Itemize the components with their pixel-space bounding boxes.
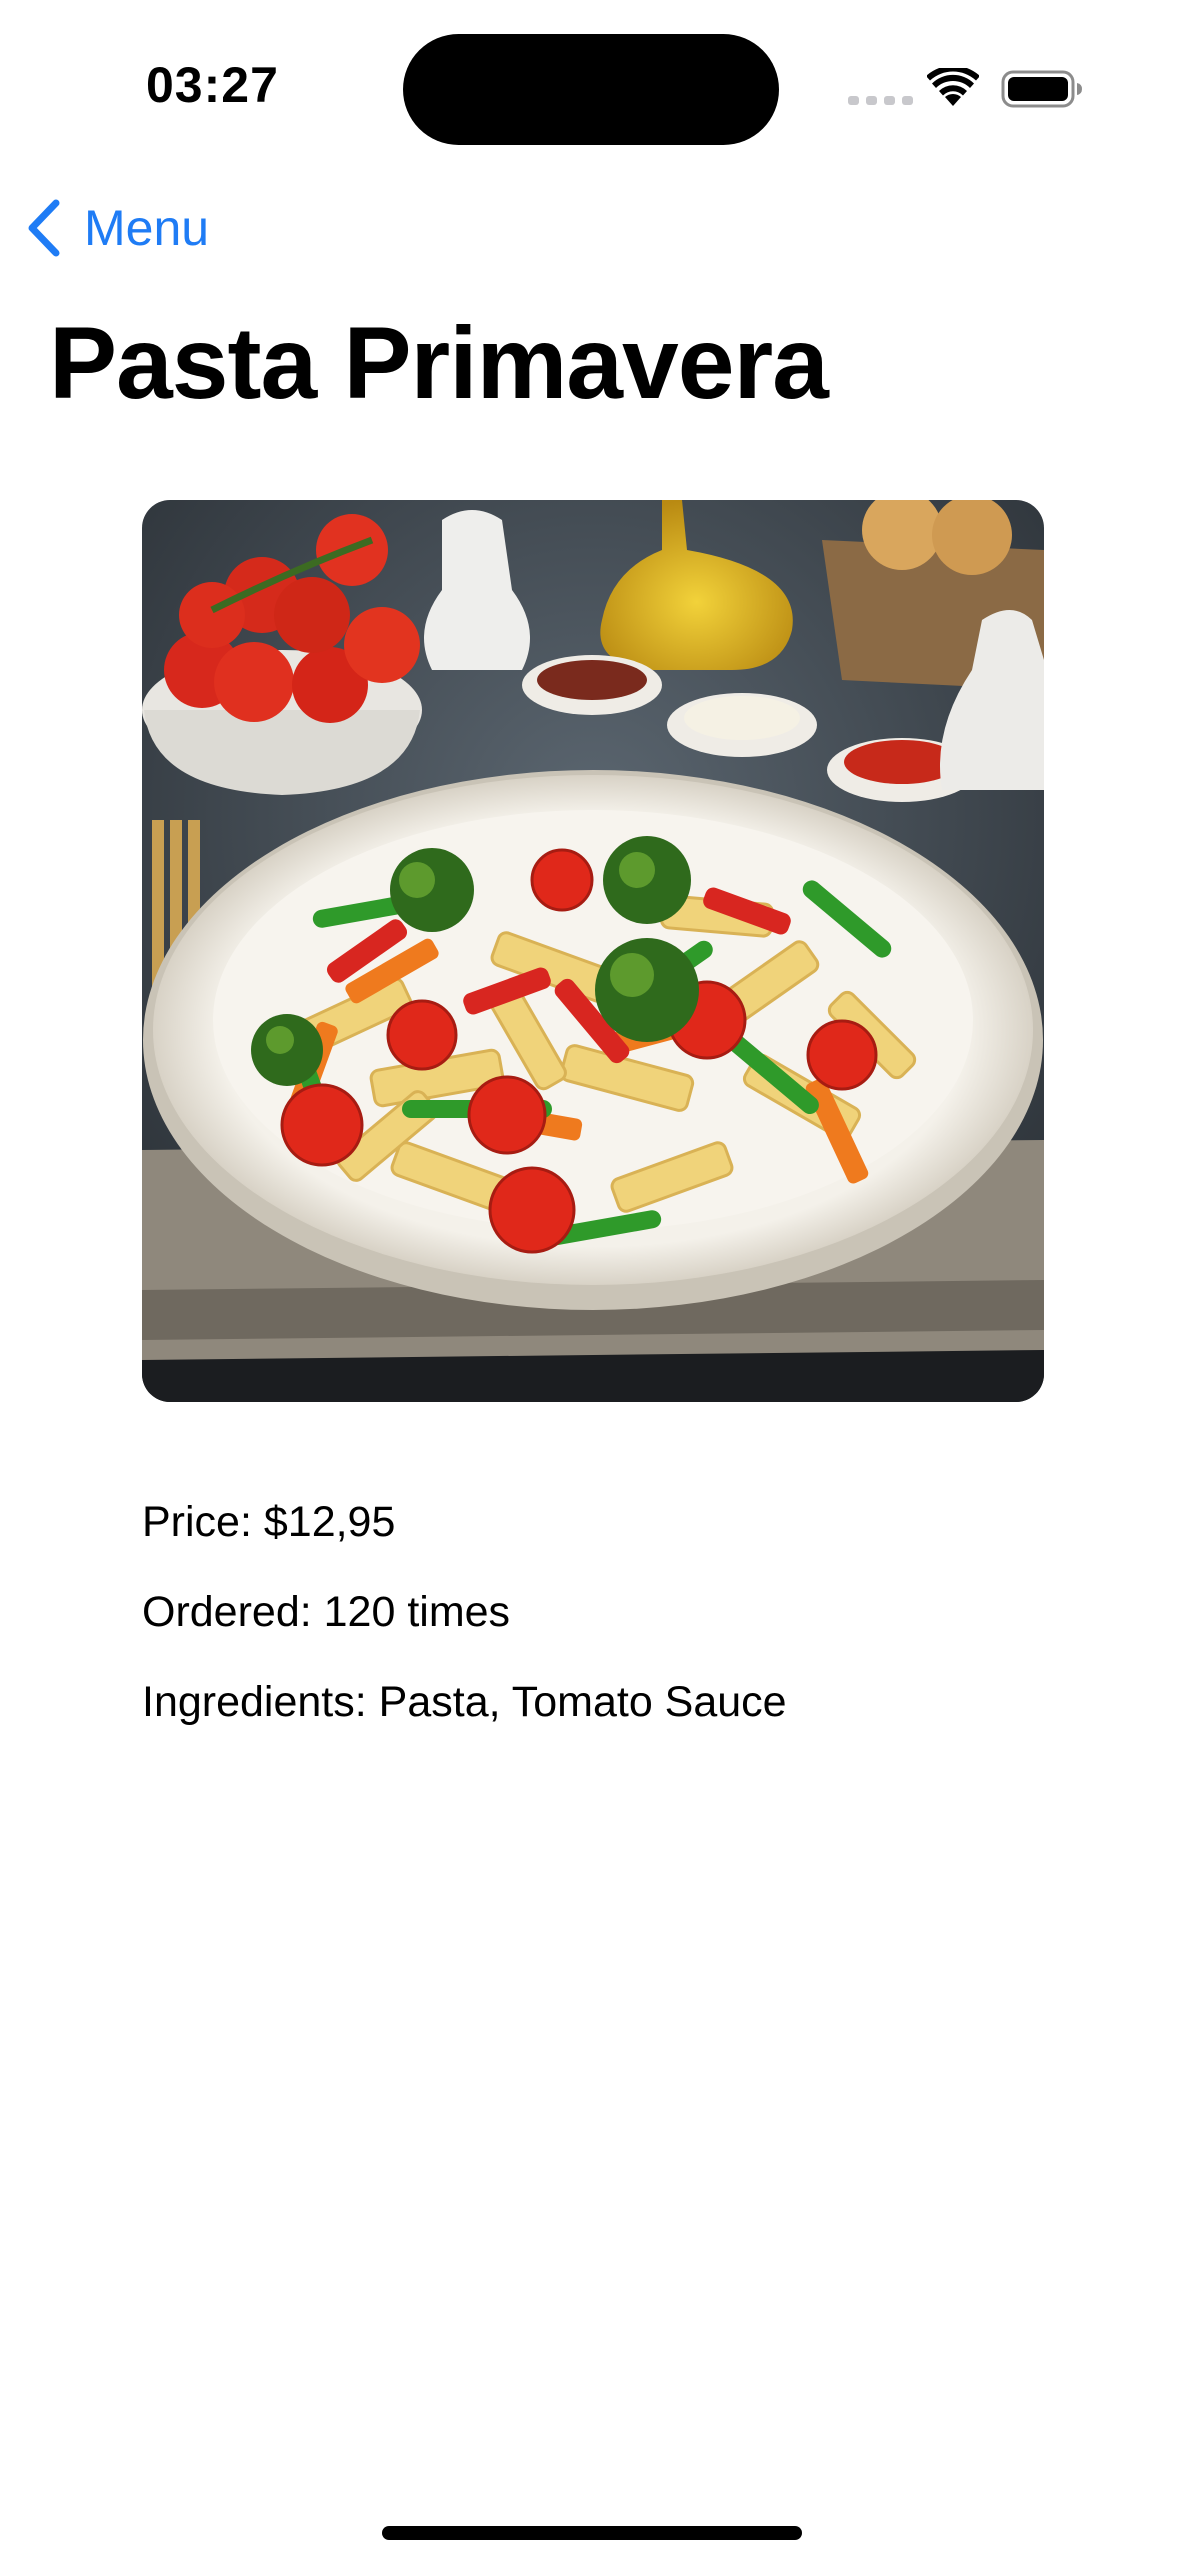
dish-details: Price: $12,95 Ordered: 120 times Ingredi… [142,1492,787,1762]
chevron-left-icon [28,199,60,257]
ingredients-text: Ingredients: Pasta, Tomato Sauce [142,1678,787,1726]
status-time: 03:27 [146,57,279,113]
page-title: Pasta Primavera [49,306,829,420]
price-text: Price: $12,95 [142,1498,396,1546]
back-button[interactable]: Menu [26,196,209,260]
back-button-label: Menu [84,200,210,256]
status-bar: 03:27 [0,0,1179,150]
battery-icon [1001,70,1082,108]
dynamic-island [403,34,779,145]
home-indicator[interactable] [382,2526,802,2540]
cellular-signal-icon [848,96,913,105]
ordered-count-text: Ordered: 120 times [142,1588,511,1636]
dish-image [142,500,1044,1402]
wifi-icon [927,68,979,106]
